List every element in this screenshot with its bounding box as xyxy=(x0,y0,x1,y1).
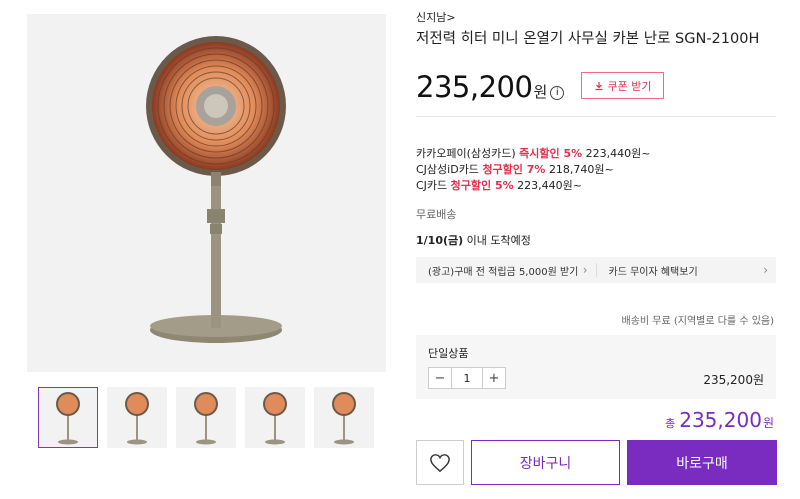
thumbnail-heater-icon xyxy=(56,391,80,444)
card-offer-price: 223,440원~ xyxy=(517,179,582,192)
shipping-fee-note: 배송비 무료 (지역별로 다를 수 있음) xyxy=(621,316,775,327)
card-offer-price: 223,440원~ xyxy=(585,147,651,160)
decrease-quantity-button[interactable]: − xyxy=(429,368,451,388)
card-offers: 카카오페이(삼성카드) 즉시할인 5% 223,440원~ CJ삼성iD카드 청… xyxy=(416,146,651,194)
product-page: 신지남> 저전력 히터 미니 온열기 사무실 카본 난로 SGN-2100H 2… xyxy=(0,0,800,499)
thumbnail-1[interactable] xyxy=(38,387,98,448)
thumbnail-heater-icon xyxy=(332,391,356,444)
price-row: 235,200 원 i xyxy=(416,70,565,104)
arrival-text: 이내 도착예정 xyxy=(463,234,531,247)
total-amount: 235,200 xyxy=(679,408,762,432)
product-price: 235,200 xyxy=(416,70,533,104)
card-offer-price: 218,740원~ xyxy=(548,163,614,176)
thumbnail-4[interactable] xyxy=(245,387,305,448)
thumbnail-heater-icon xyxy=(194,391,218,444)
option-label: 단일상품 xyxy=(428,347,469,360)
main-product-image xyxy=(27,14,386,372)
card-offer-discount: 청구할인 7% xyxy=(482,163,546,176)
option-box: 단일상품 − 1 + 235,200원 xyxy=(416,335,776,399)
quantity-input[interactable]: 1 xyxy=(451,368,483,388)
points-promo-link[interactable]: (광고)구매 전 적립금 5,000원 받기 › xyxy=(416,257,596,283)
add-to-cart-button[interactable]: 장바구니 xyxy=(471,440,620,485)
card-offer-name: 카카오페이(삼성카드) xyxy=(416,147,516,160)
arrival-estimate: 1/10(금) 이내 도착예정 xyxy=(416,232,531,248)
total-unit: 원 xyxy=(762,416,774,430)
card-offer-name: CJ삼성iD카드 xyxy=(416,163,479,176)
wishlist-button[interactable] xyxy=(416,440,464,485)
price-unit: 원 xyxy=(533,83,548,101)
increase-quantity-button[interactable]: + xyxy=(483,368,505,388)
seller-link[interactable]: 신지남> xyxy=(416,9,456,25)
arrival-date: 1/10(금) xyxy=(416,234,464,247)
total-label: 총 xyxy=(665,417,676,430)
card-offer-row: 카카오페이(삼성카드) 즉시할인 5% 223,440원~ xyxy=(416,146,651,162)
total-price: 총 235,200 원 xyxy=(665,408,774,432)
divider xyxy=(416,116,776,117)
card-offer-discount: 청구할인 5% xyxy=(450,179,514,192)
thumbnail-list xyxy=(38,387,374,448)
coupon-button[interactable]: 쿠폰 받기 xyxy=(581,72,664,99)
chevron-right-icon: › xyxy=(582,263,588,277)
card-offer-row: CJ카드 청구할인 5% 223,440원~ xyxy=(416,178,651,194)
price-info-icon[interactable]: i xyxy=(550,85,565,100)
thumbnail-heater-icon xyxy=(263,391,287,444)
thumbnail-3[interactable] xyxy=(176,387,236,448)
promo-bar: (광고)구매 전 적립금 5,000원 받기 › 카드 무이자 혜택보기 › xyxy=(416,257,776,283)
option-price: 235,200원 xyxy=(703,373,764,387)
card-offer-row: CJ삼성iD카드 청구할인 7% 218,740원~ xyxy=(416,162,651,178)
product-title: 저전력 히터 미니 온열기 사무실 카본 난로 SGN-2100H xyxy=(416,31,760,47)
card-benefit-label: 카드 무이자 혜택보기 xyxy=(608,266,698,278)
card-offer-name: CJ카드 xyxy=(416,179,448,192)
action-buttons: 장바구니 바로구매 xyxy=(416,440,777,485)
card-offer-discount: 즉시할인 5% xyxy=(519,147,583,160)
heater-illustration xyxy=(146,36,286,343)
thumbnail-5[interactable] xyxy=(314,387,374,448)
buy-now-button[interactable]: 바로구매 xyxy=(627,440,777,485)
free-shipping-label: 무료배송 xyxy=(416,208,457,221)
chevron-right-icon: › xyxy=(763,263,768,277)
heart-icon xyxy=(430,453,450,472)
coupon-label: 쿠폰 받기 xyxy=(607,79,652,93)
card-benefit-link[interactable]: 카드 무이자 혜택보기 › xyxy=(597,257,777,283)
points-promo-label: (광고)구매 전 적립금 5,000원 받기 xyxy=(428,266,579,278)
thumbnail-2[interactable] xyxy=(107,387,167,448)
quantity-stepper: − 1 + xyxy=(428,367,506,389)
thumbnail-heater-icon xyxy=(125,391,149,444)
download-icon xyxy=(595,81,602,90)
